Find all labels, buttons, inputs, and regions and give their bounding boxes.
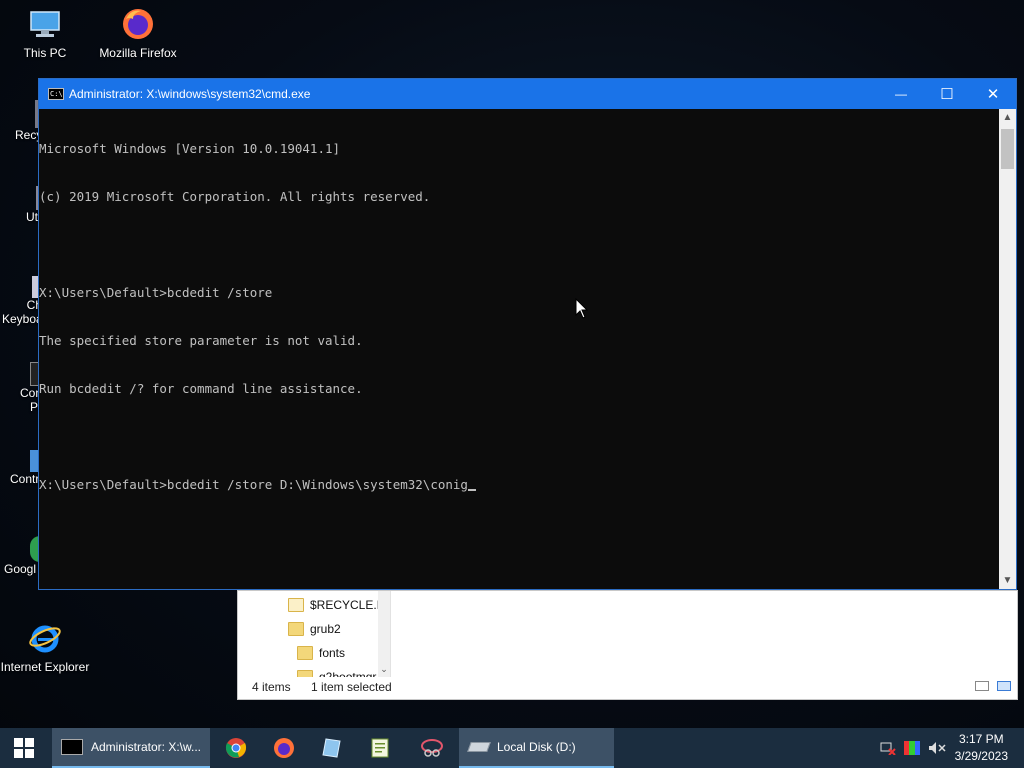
volume-muted-icon[interactable]	[928, 728, 946, 768]
taskbar-task-cmd[interactable]: Administrator: X:\w...	[52, 728, 210, 768]
maximize-button[interactable]: ☐	[924, 79, 970, 109]
clock-date: 3/29/2023	[954, 749, 1008, 763]
minimize-button[interactable]: —	[878, 79, 924, 109]
folder-icon	[297, 646, 313, 660]
console-input-line[interactable]: X:\Users\Default>bcdedit /store D:\Windo…	[39, 477, 1000, 493]
console-command-text: X:\Users\Default>bcdedit /store D:\Windo…	[39, 477, 468, 492]
taskbar-notepad[interactable]	[310, 728, 354, 768]
tree-item-label: fonts	[319, 646, 346, 660]
tree-item[interactable]: $RECYCLE.BIN	[288, 598, 390, 612]
console-line: The specified store parameter is not val…	[39, 333, 363, 348]
desktop-icon-label: Mozilla Firefox	[99, 46, 177, 60]
chevron-down-icon[interactable]: ⌄	[378, 664, 390, 675]
console-scrollbar[interactable]: ▲ ▼	[999, 109, 1016, 589]
taskbar-task-explorer[interactable]: Local Disk (D:)	[459, 728, 614, 768]
clock-time: 3:17 PM	[958, 732, 1004, 746]
system-clock[interactable]: 3:17 PM 3/29/2023	[955, 731, 1008, 765]
close-button[interactable]: ✕	[970, 79, 1016, 109]
console-line: Microsoft Windows [Version 10.0.19041.1]	[39, 141, 341, 156]
color-icon[interactable]	[904, 728, 920, 768]
console-line: Run bcdedit /? for command line assistan…	[39, 381, 363, 396]
title-bar[interactable]: C:\ Administrator: X:\windows\system32\c…	[39, 79, 1016, 109]
status-selected-count: 1 item selected	[311, 680, 392, 694]
scroll-down-icon[interactable]: ▼	[999, 572, 1016, 589]
folder-icon	[288, 598, 304, 612]
details-view-icon[interactable]	[975, 681, 989, 691]
firefox-icon	[274, 738, 294, 758]
status-item-count: 4 items	[252, 680, 291, 694]
console-line: (c) 2019 Microsoft Corporation. All righ…	[39, 189, 431, 204]
text-editor-icon	[371, 738, 389, 758]
scissors-icon	[421, 739, 443, 757]
scroll-up-icon[interactable]: ▲	[999, 109, 1016, 126]
tree-item[interactable]: fonts	[297, 646, 345, 660]
taskbar-editor[interactable]	[358, 728, 402, 768]
desktop-icon-label: Ch Keyboa	[2, 298, 43, 326]
taskbar-chrome[interactable]	[214, 728, 258, 768]
taskbar-task-label: Administrator: X:\w...	[90, 740, 202, 754]
navigation-tree[interactable]: $RECYCLE.BIN grub2 fonts g2bootmgr ⌄	[238, 591, 391, 677]
desktop-icon-internet-explorer[interactable]: Internet Explorer	[0, 620, 90, 674]
cmd-icon	[60, 739, 83, 755]
chrome-icon	[225, 738, 247, 758]
tree-item-label: grub2	[310, 622, 341, 636]
desktop-icon-firefox[interactable]: Mozilla Firefox	[93, 6, 183, 60]
start-button[interactable]	[0, 728, 48, 768]
windows-logo-icon	[14, 738, 34, 758]
scrollbar-thumb[interactable]	[1001, 129, 1014, 169]
tree-scrollbar[interactable]: ⌄	[378, 591, 390, 677]
desktop-icon-label: Internet Explorer	[0, 660, 90, 674]
computer-icon	[27, 6, 63, 42]
desktop-icon-label: This PC	[23, 46, 67, 60]
status-bar: 4 items 1 item selected	[238, 675, 1017, 699]
tree-item[interactable]: grub2	[288, 622, 341, 636]
desktop-icon-this-pc[interactable]: This PC	[0, 6, 90, 60]
text-cursor	[467, 489, 476, 491]
taskbar-snipping-tool[interactable]	[408, 728, 456, 768]
network-icon[interactable]	[880, 728, 896, 768]
taskbar: Administrator: X:\w... Local Disk (D:) 3…	[0, 728, 1024, 768]
cmd-icon: C:\	[48, 88, 64, 100]
internet-explorer-icon	[27, 620, 63, 656]
window-title: Administrator: X:\windows\system32\cmd.e…	[69, 87, 311, 101]
firefox-icon	[120, 6, 156, 42]
drive-icon	[467, 742, 491, 752]
file-explorer-window[interactable]: $RECYCLE.BIN grub2 fonts g2bootmgr ⌄ 4 i…	[237, 590, 1018, 700]
command-prompt-window[interactable]: C:\ Administrator: X:\windows\system32\c…	[38, 78, 1017, 590]
console-output[interactable]: Microsoft Windows [Version 10.0.19041.1]…	[39, 109, 1000, 589]
taskbar-firefox[interactable]	[262, 728, 306, 768]
large-icons-view-icon[interactable]	[997, 681, 1011, 691]
notepad-icon	[322, 738, 341, 758]
console-line: X:\Users\Default>bcdedit /store	[39, 285, 273, 300]
folder-icon	[288, 622, 304, 636]
taskbar-task-label: Local Disk (D:)	[497, 740, 576, 754]
